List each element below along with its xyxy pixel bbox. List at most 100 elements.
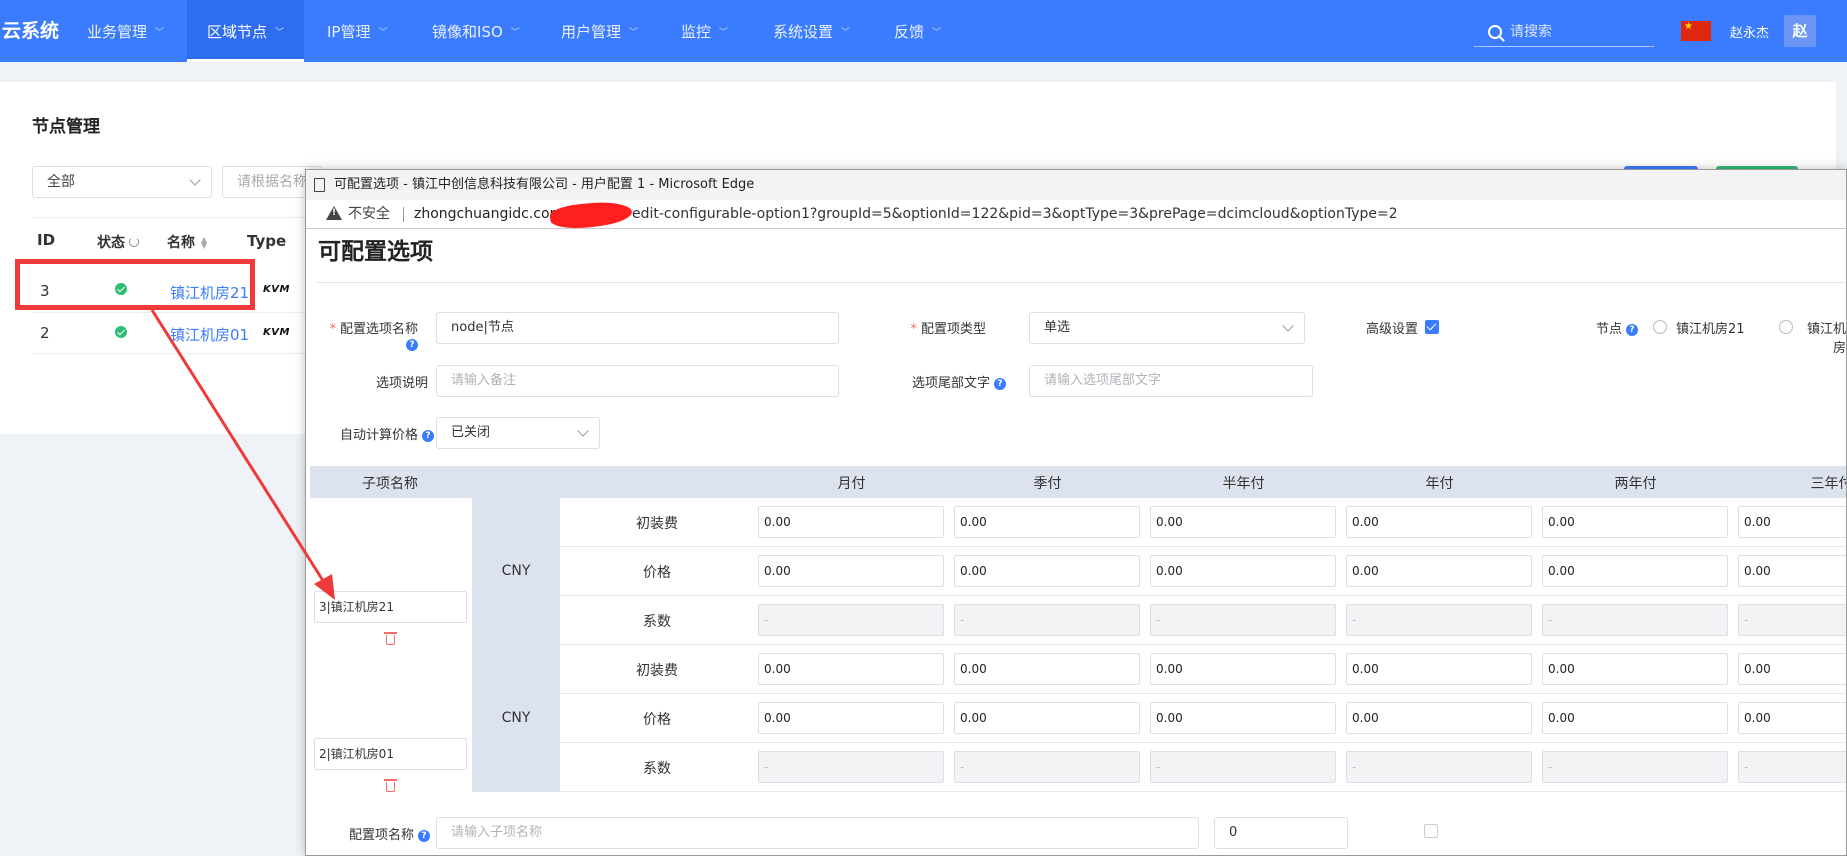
- factor-input: -: [1150, 604, 1336, 636]
- url-domain[interactable]: zhongchuangidc.com: [414, 200, 563, 228]
- edge-popup-window: 可配置选项 - 镇江中创信息科技有限公司 - 用户配置 1 - Microsof…: [305, 169, 1847, 856]
- col-status[interactable]: 状态: [97, 232, 139, 252]
- brand-logo[interactable]: 云系统: [0, 0, 59, 62]
- setup-price-input[interactable]: 0.00: [1150, 653, 1336, 685]
- username[interactable]: 赵永杰: [1730, 22, 1769, 41]
- avatar[interactable]: 赵: [1784, 15, 1816, 47]
- node-radio-other[interactable]: [1779, 320, 1793, 334]
- help-icon[interactable]: ?: [406, 339, 418, 351]
- price-price-input[interactable]: 0.00: [758, 702, 944, 734]
- price-price-input[interactable]: 0.00: [1738, 555, 1846, 587]
- setup-price-input[interactable]: 0.00: [954, 653, 1140, 685]
- setup-price-input[interactable]: 0.00: [1542, 653, 1728, 685]
- sub-item-name-input[interactable]: 3|镇江机房21: [314, 591, 467, 623]
- nav-item-region-node[interactable]: 区域节点 ﹀: [187, 0, 305, 62]
- col-id: ID: [37, 231, 56, 249]
- auto-price-select[interactable]: 已关闭: [436, 417, 600, 449]
- option-name-label: * 配置选项名称?: [329, 322, 418, 351]
- setup-price-input[interactable]: 0.00: [758, 506, 944, 538]
- status-ok-icon: [115, 326, 127, 338]
- price-price-input[interactable]: 0.00: [954, 555, 1140, 587]
- node-label: 节点?: [1596, 318, 1639, 337]
- new-item-number-input[interactable]: 0: [1214, 817, 1348, 849]
- suffix-text-input[interactable]: 请输入选项尾部文字: [1029, 365, 1313, 397]
- nav-item-monitor[interactable]: 监控 ﹀: [681, 0, 728, 62]
- advanced-settings-checkbox[interactable]: [1425, 320, 1439, 334]
- chevron-down-icon: ﹀: [719, 28, 729, 38]
- period-header-annual: 年付: [1425, 476, 1454, 492]
- period-header-monthly: 月付: [837, 476, 866, 492]
- sort-icon[interactable]: ▲ ▼: [201, 236, 207, 250]
- col-type: Type: [247, 232, 287, 250]
- description-input[interactable]: 请输入备注: [436, 365, 839, 397]
- row-label-factor: 系数: [643, 761, 671, 777]
- help-icon[interactable]: ?: [994, 378, 1006, 390]
- setup-price-input[interactable]: 0.00: [1738, 506, 1846, 538]
- nav-item-image-iso[interactable]: 镜像和ISO ﹀: [432, 0, 520, 62]
- factor-input: -: [1150, 751, 1336, 783]
- factor-input: -: [1346, 604, 1532, 636]
- new-item-checkbox[interactable]: [1424, 824, 1438, 838]
- trash-icon[interactable]: [384, 632, 397, 645]
- china-flag-icon[interactable]: ★: [1681, 21, 1711, 41]
- nav-item-business[interactable]: 业务管理 ﹀: [87, 0, 164, 62]
- setup-price-input[interactable]: 0.00: [1346, 506, 1532, 538]
- period-header-semiannual: 半年付: [1222, 476, 1265, 492]
- help-icon[interactable]: ?: [422, 430, 434, 442]
- description-label: 选项说明: [375, 376, 428, 391]
- setup-price-input[interactable]: 0.00: [1346, 653, 1532, 685]
- annotation-highlight-box: [15, 259, 255, 310]
- nav-item-feedback[interactable]: 反馈 ﹀: [894, 0, 941, 62]
- row-label-price: 价格: [643, 712, 671, 728]
- new-item-name-input[interactable]: 请输入子项名称: [436, 817, 1199, 849]
- price-price-input[interactable]: 0.00: [954, 702, 1140, 734]
- refresh-icon[interactable]: [129, 237, 139, 247]
- row-label-setup: 初装费: [636, 663, 678, 679]
- setup-price-input[interactable]: 0.00: [1738, 653, 1846, 685]
- node-radio-label-other[interactable]: 镇江机房: [1800, 318, 1846, 356]
- chevron-down-icon: ﹀: [378, 28, 388, 38]
- setup-price-input[interactable]: 0.00: [1150, 506, 1336, 538]
- new-item-label: 配置项名称?: [336, 824, 430, 843]
- global-search-input[interactable]: 请搜索: [1474, 19, 1654, 47]
- price-price-input[interactable]: 0.00: [1542, 555, 1728, 587]
- price-price-input[interactable]: 0.00: [758, 555, 944, 587]
- price-price-input[interactable]: 0.00: [1542, 702, 1728, 734]
- popup-heading: 可配置选项: [318, 239, 433, 265]
- row-name-link[interactable]: 镇江机房01: [170, 324, 249, 345]
- sub-item-name-input[interactable]: 2|镇江机房01: [314, 738, 467, 770]
- chevron-down-icon: ﹀: [510, 28, 520, 38]
- window-titlebar[interactable]: 可配置选项 - 镇江中创信息科技有限公司 - 用户配置 1 - Microsof…: [306, 170, 1846, 200]
- setup-price-input[interactable]: 0.00: [1542, 506, 1728, 538]
- price-price-input[interactable]: 0.00: [1346, 702, 1532, 734]
- help-icon[interactable]: ?: [418, 830, 430, 842]
- factor-input: -: [1542, 604, 1728, 636]
- currency-label: CNY: [501, 709, 531, 726]
- row-label-price: 价格: [643, 565, 671, 581]
- option-type-select[interactable]: 单选: [1029, 312, 1305, 344]
- nav-item-users[interactable]: 用户管理 ﹀: [561, 0, 638, 62]
- setup-price-input[interactable]: 0.00: [758, 653, 944, 685]
- price-price-input[interactable]: 0.00: [1150, 702, 1336, 734]
- url-path[interactable]: edit-configurable-option1?groupId=5&opti…: [632, 200, 1398, 228]
- price-price-input[interactable]: 0.00: [1346, 555, 1532, 587]
- price-price-input[interactable]: 0.00: [1150, 555, 1336, 587]
- price-price-input[interactable]: 0.00: [1738, 702, 1846, 734]
- setup-price-input[interactable]: 0.00: [954, 506, 1140, 538]
- address-bar[interactable]: 不安全 zhongchuangidc.com edit-configurable…: [306, 198, 1846, 232]
- option-name-input[interactable]: node|节点: [436, 312, 839, 344]
- nav-item-ip[interactable]: IP管理 ﹀: [327, 0, 388, 62]
- node-radio-21[interactable]: [1653, 320, 1667, 334]
- trash-icon[interactable]: [384, 779, 397, 792]
- filter-select[interactable]: 全部: [32, 166, 212, 198]
- factor-input: -: [758, 604, 944, 636]
- nav-item-settings[interactable]: 系统设置 ﹀: [773, 0, 850, 62]
- chevron-down-icon: ﹀: [275, 28, 285, 38]
- node-radio-label-21[interactable]: 镇江机房21: [1676, 318, 1745, 337]
- col-name[interactable]: 名称 ▲ ▼: [167, 232, 207, 252]
- help-icon[interactable]: ?: [1626, 324, 1639, 336]
- insecure-label[interactable]: 不安全: [348, 200, 390, 228]
- factor-input: -: [1738, 751, 1846, 783]
- period-header-quarterly: 季付: [1033, 476, 1062, 492]
- kvm-icon: KVM: [263, 327, 290, 338]
